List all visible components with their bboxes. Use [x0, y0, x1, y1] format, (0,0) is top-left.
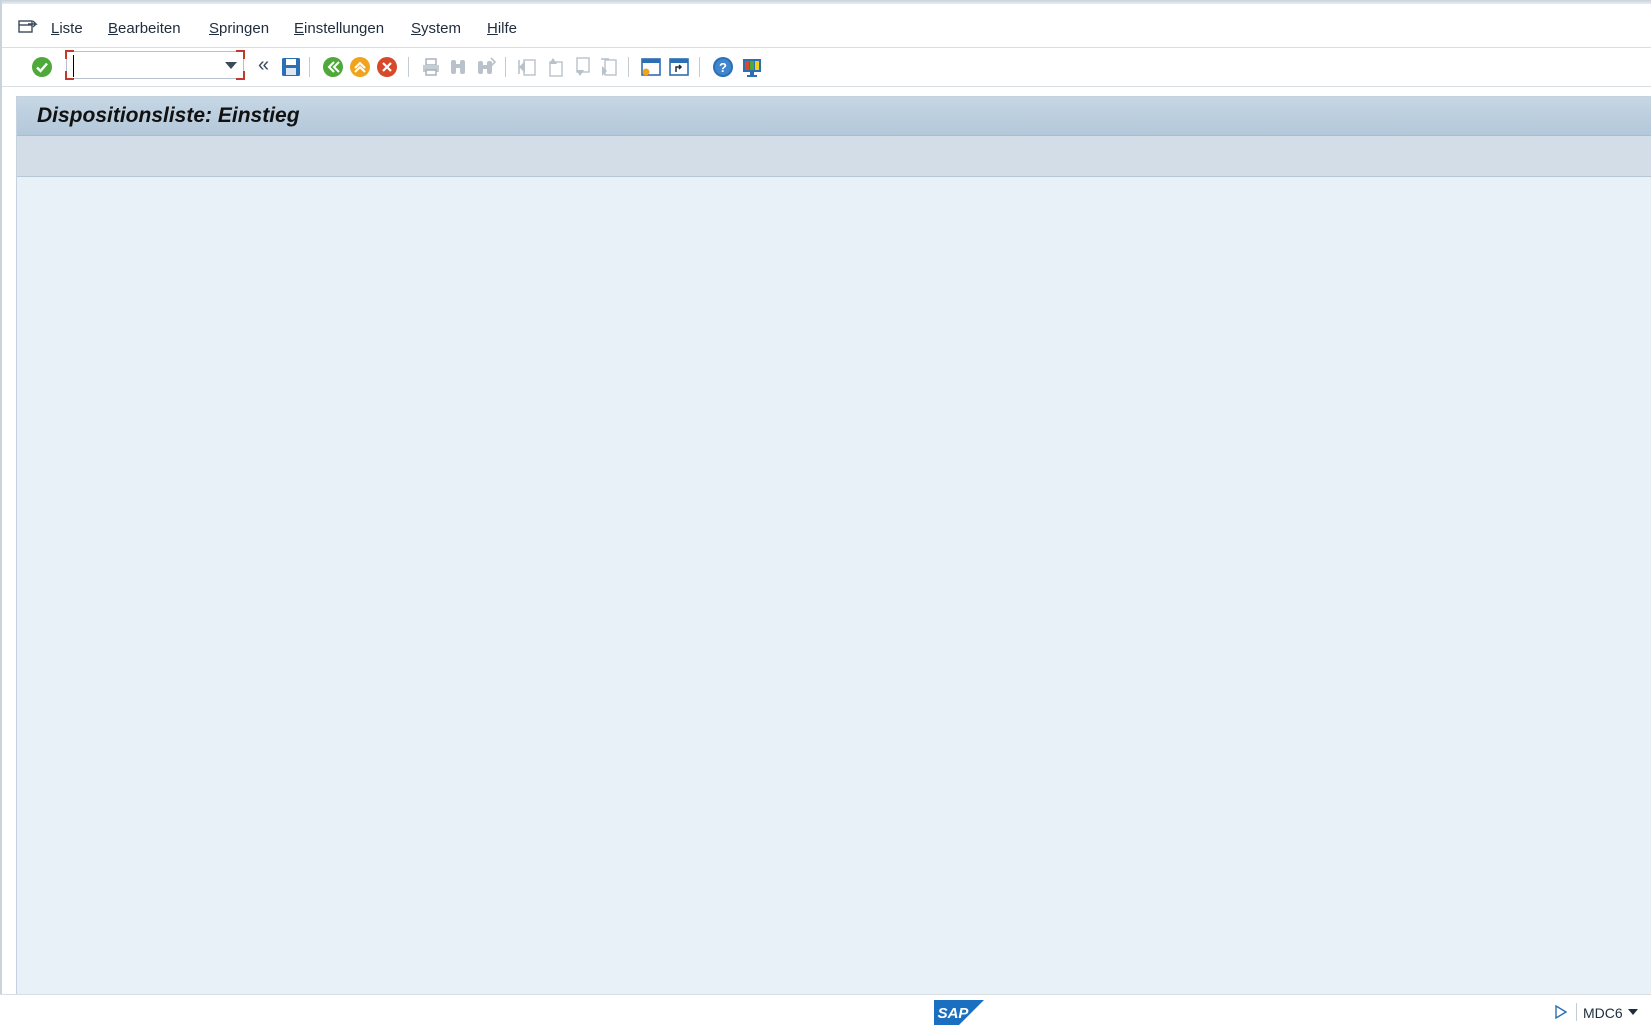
- next-page-icon: [576, 57, 590, 76]
- chevron-down-icon[interactable]: [1628, 1009, 1638, 1015]
- create-shortcut-icon: [669, 58, 689, 76]
- create-session-button[interactable]: [638, 54, 664, 80]
- next-page-button[interactable]: [569, 54, 595, 80]
- first-page-icon: [518, 59, 536, 76]
- chevron-down-icon[interactable]: [225, 62, 237, 69]
- find-icon: [451, 60, 465, 74]
- toolbar-separator: [505, 57, 506, 77]
- system-toolbar: « ?: [2, 48, 1651, 87]
- menu-liste[interactable]: Liste: [51, 20, 83, 37]
- menu-hilfe[interactable]: Hilfe: [487, 20, 517, 37]
- page-title: Dispositionsliste: Einstieg: [37, 104, 300, 127]
- svg-text:SAP: SAP: [938, 1005, 970, 1022]
- svg-text:?: ?: [719, 60, 727, 75]
- save-icon: [282, 58, 300, 76]
- toolbar-separator: [628, 57, 629, 77]
- save-button[interactable]: [278, 54, 304, 80]
- cancel-button[interactable]: [374, 54, 400, 80]
- exit-icon: [350, 57, 370, 77]
- application-toolbar: [17, 136, 1651, 177]
- cancel-icon: [377, 57, 397, 77]
- last-page-icon: [601, 58, 617, 76]
- find-next-button[interactable]: [473, 54, 499, 80]
- help-button[interactable]: ?: [710, 54, 736, 80]
- toolbar-separator: [408, 57, 409, 77]
- status-details-icon[interactable]: [1555, 1004, 1568, 1024]
- exit-button[interactable]: [347, 54, 373, 80]
- create-shortcut-button[interactable]: [666, 54, 692, 80]
- customize-layout-button[interactable]: [739, 54, 765, 80]
- focus-corner: [236, 50, 245, 59]
- menu-springen[interactable]: Springen: [209, 20, 269, 37]
- find-button[interactable]: [445, 54, 471, 80]
- print-icon: [423, 58, 439, 76]
- transaction-code: MDC6: [1583, 1005, 1623, 1021]
- previous-page-button[interactable]: [542, 54, 568, 80]
- print-button[interactable]: [418, 54, 444, 80]
- command-field[interactable]: [65, 50, 245, 80]
- main-screen-area: Dispositionsliste: Einstieg: [16, 96, 1651, 995]
- sap-gui-window: Liste Bearbeiten Springen Einstellungen …: [0, 0, 1651, 1029]
- menu-system[interactable]: System: [411, 20, 461, 37]
- previous-page-icon: [549, 58, 563, 77]
- enter-icon: [32, 57, 52, 77]
- menu-bearbeiten[interactable]: Bearbeiten: [108, 20, 181, 37]
- menu-overflow-icon[interactable]: [18, 18, 38, 36]
- sap-logo: SAP: [934, 1000, 984, 1025]
- back-icon: [323, 57, 343, 77]
- toolbar-separator: [699, 57, 700, 77]
- first-page-button[interactable]: [514, 54, 540, 80]
- menu-einstellungen[interactable]: Einstellungen: [294, 20, 384, 37]
- window-left-border: [0, 0, 2, 1029]
- customize-layout-icon: [743, 59, 761, 77]
- toolbar-separator: [309, 57, 310, 77]
- help-icon: ?: [713, 57, 733, 77]
- status-separator: [1576, 1003, 1577, 1021]
- find-next-icon: [478, 57, 497, 74]
- menu-bar: Liste Bearbeiten Springen Einstellungen …: [2, 4, 1651, 48]
- collapse-toolbar-icon[interactable]: «: [258, 55, 269, 75]
- status-bar: SAP MDC6: [0, 994, 1651, 1029]
- command-input[interactable]: [73, 55, 218, 77]
- focus-corner: [236, 71, 245, 80]
- create-session-icon: [641, 58, 661, 76]
- back-button[interactable]: [320, 54, 346, 80]
- last-page-button[interactable]: [596, 54, 622, 80]
- enter-button[interactable]: [29, 54, 55, 80]
- screen-title-bar: Dispositionsliste: Einstieg: [17, 97, 1651, 136]
